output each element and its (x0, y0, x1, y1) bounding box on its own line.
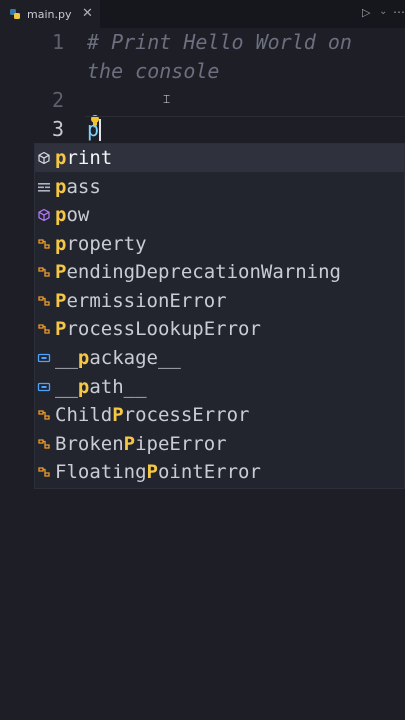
chevron-down-icon[interactable]: ⌄ (379, 6, 387, 17)
current-line-highlight (85, 116, 405, 145)
line-number: 3 (52, 117, 65, 141)
suggestion-item[interactable]: PermissionError (35, 287, 404, 315)
close-icon[interactable]: ✕ (82, 6, 93, 21)
suggestion-item[interactable]: FloatingPointError (35, 458, 404, 486)
class-icon (38, 467, 50, 477)
keyword-icon (38, 183, 50, 192)
suggestion-item[interactable]: PendingDeprecationWarning (35, 258, 404, 286)
cube-icon (38, 208, 50, 222)
code-comment-line: # Print Hello World on (87, 30, 352, 54)
suggestion-item[interactable]: __package__ (35, 344, 404, 372)
mouse-cursor-icon: ⌶ (163, 92, 171, 106)
typed-text[interactable]: p (87, 117, 99, 141)
suggestion-item[interactable]: ProcessLookupError (35, 315, 404, 343)
variable-icon (37, 382, 51, 392)
cube-icon (38, 151, 50, 165)
line-number: 2 (52, 88, 65, 112)
class-icon (38, 410, 50, 420)
suggestion-item[interactable]: print (35, 144, 404, 172)
class-icon (38, 267, 50, 277)
tab-label: main.py (27, 7, 72, 21)
more-icon[interactable]: ⋯ (393, 5, 405, 19)
line-number: 1 (52, 30, 65, 54)
autocomplete-suggestions[interactable]: print pass pow property PendingDeprecati… (34, 143, 405, 489)
class-icon (38, 239, 50, 249)
run-icon[interactable]: ▷ (362, 6, 370, 19)
class-icon (38, 296, 50, 306)
variable-icon (37, 353, 51, 363)
suggestion-item[interactable]: ChildProcessError (35, 401, 404, 429)
suggestion-item[interactable]: pass (35, 173, 404, 201)
tab-main-py[interactable]: main.py ✕ (0, 0, 100, 28)
python-icon (10, 9, 20, 19)
text-caret (99, 119, 101, 141)
suggestion-item[interactable]: BrokenPipeError (35, 430, 404, 458)
code-comment-wrap: the console (87, 59, 220, 83)
suggestion-item[interactable]: __path__ (35, 373, 404, 401)
tab-bar: main.py ✕ ▷ ⌄ ⋯ (0, 0, 405, 28)
suggestion-item[interactable]: pow (35, 201, 404, 229)
class-icon (38, 324, 50, 334)
suggestion-item[interactable]: property (35, 230, 404, 258)
class-icon (38, 439, 50, 449)
